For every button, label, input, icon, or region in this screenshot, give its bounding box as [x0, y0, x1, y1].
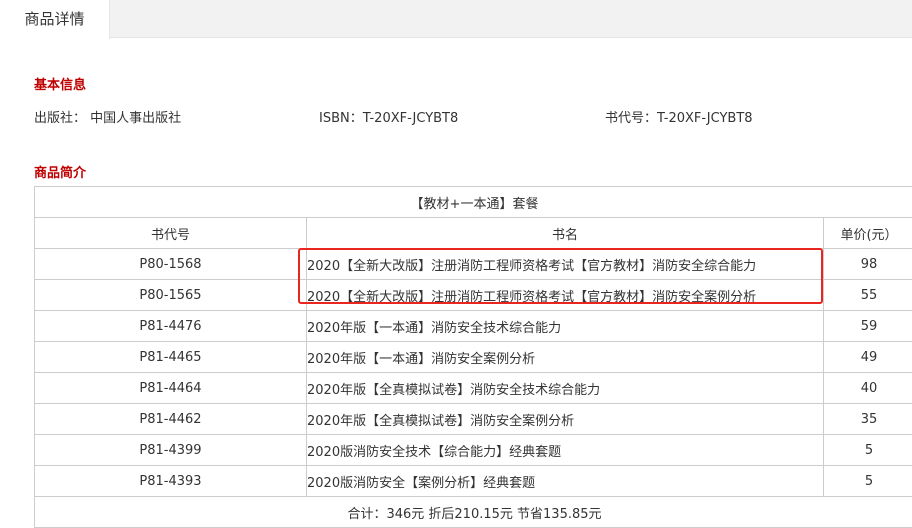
row-price: 98 [823, 248, 912, 280]
row-price: 40 [823, 372, 912, 404]
row-code: P81-4393 [34, 465, 307, 497]
row-price: 35 [823, 403, 912, 435]
header-unit-price: 单价(元） [823, 217, 912, 249]
tab-product-details[interactable]: 商品详情 [0, 0, 110, 39]
book-code-info: 书代号：T-20XF-JCYBT8 [605, 111, 753, 126]
tab-bar: 商品详情 [0, 0, 912, 39]
table-row: P81-4399 2020版消防安全技术【综合能力】经典套题 5 [34, 434, 912, 466]
isbn-info: ISBN：T-20XF-JCYBT8 [319, 111, 459, 126]
header-book-code: 书代号 [34, 217, 307, 249]
book-table: 【教材+一本通】套餐 书代号 书名 单价(元） P80-1568 2020【全新… [34, 186, 912, 528]
row-code: P81-4462 [34, 403, 307, 435]
row-price: 5 [823, 465, 912, 497]
row-name: 2020年版【一本通】消防安全案例分析 [306, 341, 824, 373]
table-row: P80-1568 2020【全新大改版】注册消防工程师资格考试【官方教材】消防安… [34, 248, 912, 280]
header-book-name: 书名 [306, 217, 824, 249]
table-row: P81-4464 2020年版【全真模拟试卷】消防安全技术综合能力 40 [34, 372, 912, 404]
table-row: P81-4476 2020年版【一本通】消防安全技术综合能力 59 [34, 310, 912, 342]
row-price: 49 [823, 341, 912, 373]
row-code: P81-4476 [34, 310, 307, 342]
row-code: P81-4465 [34, 341, 307, 373]
row-name: 2020【全新大改版】注册消防工程师资格考试【官方教材】消防安全综合能力 [306, 248, 824, 280]
row-name: 2020年版【全真模拟试卷】消防安全案例分析 [306, 403, 824, 435]
publisher-info: 出版社： 中国人事出版社 [34, 111, 182, 126]
table-row: P81-4462 2020年版【全真模拟试卷】消防安全案例分析 35 [34, 403, 912, 435]
row-code: P80-1568 [34, 248, 307, 280]
row-name: 2020版消防安全【案例分析】经典套题 [306, 465, 824, 497]
basic-info-title: 基本信息 [34, 78, 87, 93]
total-summary: 合计：346元 折后210.15元 节省135.85元 [34, 496, 912, 528]
row-name: 2020年版【全真模拟试卷】消防安全技术综合能力 [306, 372, 824, 404]
table-row: P80-1565 2020【全新大改版】注册消防工程师资格考试【官方教材】消防安… [34, 279, 912, 311]
row-code: P81-4399 [34, 434, 307, 466]
product-intro-title: 商品简介 [34, 166, 87, 181]
table-header-row: 书代号 书名 单价(元） [34, 217, 912, 249]
package-caption: 【教材+一本通】套餐 [34, 186, 912, 218]
total-row: 合计：346元 折后210.15元 节省135.85元 [34, 496, 912, 528]
row-name: 2020【全新大改版】注册消防工程师资格考试【官方教材】消防安全案例分析 [306, 279, 824, 311]
row-name: 2020年版【一本通】消防安全技术综合能力 [306, 310, 824, 342]
package-caption-row: 【教材+一本通】套餐 [34, 186, 912, 218]
row-price: 5 [823, 434, 912, 466]
row-name: 2020版消防安全技术【综合能力】经典套题 [306, 434, 824, 466]
table-row: P81-4393 2020版消防安全【案例分析】经典套题 5 [34, 465, 912, 497]
row-price: 55 [823, 279, 912, 311]
row-price: 59 [823, 310, 912, 342]
row-code: P80-1565 [34, 279, 307, 311]
table-row: P81-4465 2020年版【一本通】消防安全案例分析 49 [34, 341, 912, 373]
row-code: P81-4464 [34, 372, 307, 404]
